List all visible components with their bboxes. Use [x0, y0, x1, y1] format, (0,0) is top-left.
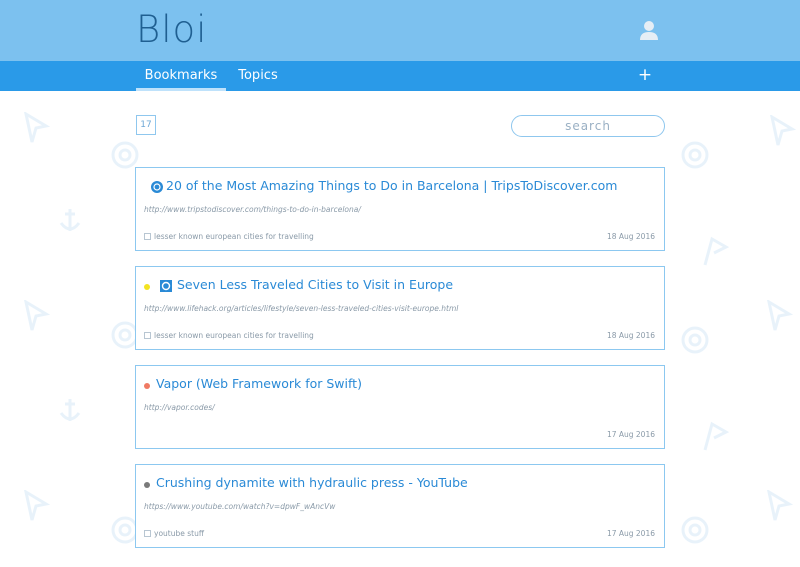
- topic-label: lesser known european cities for travell…: [154, 331, 314, 340]
- bookmark-topic[interactable]: lesser known european cities for travell…: [144, 232, 314, 241]
- tag-icon: [144, 233, 151, 240]
- tag-icon: [144, 332, 151, 339]
- pin-icon: [24, 490, 50, 521]
- flag-icon: [703, 236, 730, 266]
- at-icon: [681, 326, 709, 354]
- user-avatar-icon[interactable]: [638, 19, 660, 41]
- anchor-icon: [59, 399, 81, 421]
- bookmark-topic[interactable]: youtube stuff: [144, 529, 204, 538]
- bookmark-count: 17: [136, 115, 156, 135]
- lifehack-favicon-icon: [160, 280, 172, 292]
- bookmark-title[interactable]: Vapor (Web Framework for Swift): [156, 376, 362, 391]
- topic-label: lesser known european cities for travell…: [154, 232, 314, 241]
- bookmark-title[interactable]: Crushing dynamite with hydraulic press -…: [156, 475, 468, 490]
- bookmark-title[interactable]: 20 of the Most Amazing Things to Do in B…: [166, 178, 617, 193]
- pin-icon: [24, 300, 50, 331]
- bookmark-date: 17 Aug 2016: [606, 529, 655, 538]
- anchor-icon: [59, 209, 81, 231]
- bookmark-card[interactable]: 20 of the Most Amazing Things to Do in B…: [135, 167, 665, 251]
- bookmark-url: http://vapor.codes/: [144, 403, 215, 412]
- at-icon: [681, 516, 709, 544]
- at-icon: [681, 141, 709, 169]
- bookmark-date: 18 Aug 2016: [606, 331, 655, 340]
- pin-icon: [24, 112, 50, 143]
- status-dot: [144, 383, 150, 389]
- header-bar: Bloi: [0, 0, 800, 61]
- search-input[interactable]: [511, 115, 665, 137]
- bookmark-topic[interactable]: lesser known european cities for travell…: [144, 331, 314, 340]
- bookmark-url: http://www.tripstodiscover.com/things-to…: [144, 205, 361, 214]
- bookmark-card[interactable]: Seven Less Traveled Cities to Visit in E…: [135, 266, 665, 350]
- trips-favicon-icon: [151, 181, 163, 193]
- pin-icon: [770, 115, 796, 146]
- plus-icon: +: [637, 65, 653, 85]
- tag-icon: [144, 530, 151, 537]
- flag-icon: [703, 421, 730, 451]
- bookmark-url: https://www.youtube.com/watch?v=dpwF_wAn…: [144, 502, 336, 511]
- app-title: Bloi: [136, 8, 208, 51]
- status-dot: [144, 284, 150, 290]
- pin-icon: [767, 300, 793, 331]
- tab-bookmarks[interactable]: Bookmarks: [136, 61, 226, 91]
- bookmark-date: 18 Aug 2016: [606, 232, 655, 241]
- bookmark-date: 17 Aug 2016: [606, 430, 655, 439]
- at-icon: [111, 141, 139, 169]
- nav-bar: Bookmarks Topics: [0, 61, 800, 91]
- bookmark-card[interactable]: Vapor (Web Framework for Swift) http://v…: [135, 365, 665, 449]
- status-dot: [144, 482, 150, 488]
- bookmark-card[interactable]: Crushing dynamite with hydraulic press -…: [135, 464, 665, 548]
- pin-icon: [767, 490, 793, 521]
- add-bookmark-button[interactable]: +: [637, 65, 653, 85]
- bookmark-title[interactable]: Seven Less Traveled Cities to Visit in E…: [177, 277, 453, 292]
- topic-label: youtube stuff: [154, 529, 205, 538]
- tab-topics[interactable]: Topics: [230, 61, 286, 91]
- bookmark-url: http://www.lifehack.org/articles/lifesty…: [144, 304, 459, 313]
